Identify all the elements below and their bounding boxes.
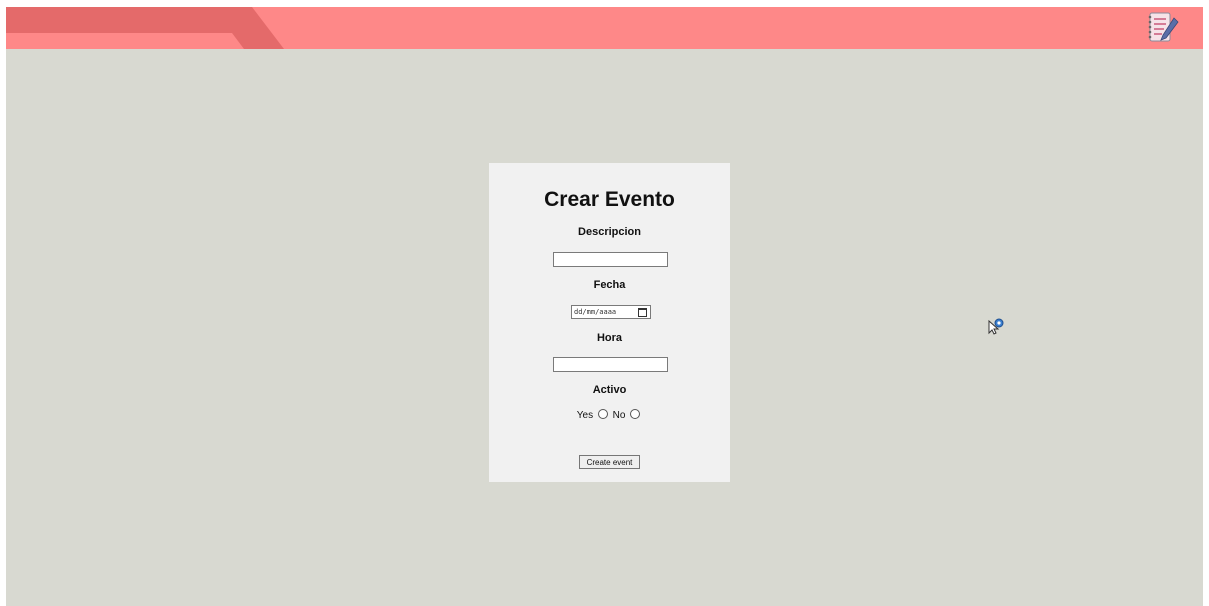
- radio-yes-label: Yes: [576, 410, 594, 421]
- header-tab-shape: [6, 7, 1203, 49]
- create-event-card: Crear Evento Descripcion Fecha dd/mm/aaa…: [489, 163, 730, 482]
- radio-no-label: No: [612, 410, 626, 421]
- hora-label: Hora: [596, 332, 623, 344]
- radio-no[interactable]: [630, 409, 641, 419]
- fecha-placeholder: dd/mm/aaaa: [574, 308, 617, 316]
- activo-radio-group: Yes No: [489, 409, 730, 421]
- fecha-date-input[interactable]: dd/mm/aaaa: [571, 305, 651, 319]
- mouse-cursor-icon: [988, 318, 1004, 336]
- hora-input[interactable]: [553, 357, 668, 372]
- radio-yes[interactable]: [597, 409, 608, 419]
- descripcion-label: Descripcion: [578, 226, 641, 238]
- calendar-icon[interactable]: [638, 308, 647, 317]
- fecha-label: Fecha: [593, 279, 626, 291]
- create-event-button[interactable]: Create event: [579, 455, 640, 469]
- descripcion-input[interactable]: [553, 252, 668, 267]
- activo-label: Activo: [592, 384, 627, 396]
- form-title: Crear Evento: [544, 188, 675, 211]
- notebook-pen-icon[interactable]: [1144, 10, 1180, 46]
- page: Crear Evento Descripcion Fecha dd/mm/aaa…: [6, 7, 1203, 606]
